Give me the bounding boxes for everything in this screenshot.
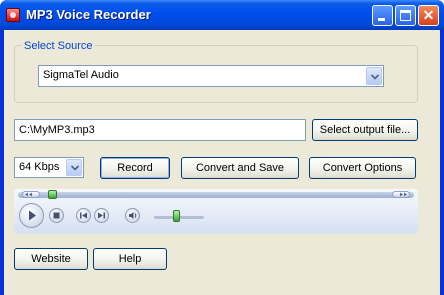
next-button[interactable] [94, 208, 109, 223]
bitrate-value: 64 Kbps [19, 161, 60, 173]
app-window: MP3 Voice Recorder ✕ Select Source Sigma… [0, 0, 444, 295]
source-dropdown-button[interactable] [366, 67, 382, 85]
website-button[interactable]: Website [14, 248, 88, 270]
next-icon [98, 212, 105, 219]
seek-back-icon [25, 192, 32, 197]
volume-icon [129, 212, 137, 219]
seek-forward-icon [400, 192, 407, 197]
seek-back-button[interactable] [22, 191, 40, 198]
close-button[interactable]: ✕ [418, 5, 439, 26]
media-player [14, 189, 418, 234]
convert-options-button[interactable]: Convert Options [309, 157, 416, 179]
maximize-button[interactable] [395, 5, 416, 26]
close-icon: ✕ [422, 7, 435, 23]
client-area: Select Source SigmaTel Audio C:\MyMP3.mp… [4, 30, 440, 295]
output-path-value: C:\MyMP3.mp3 [19, 124, 95, 136]
title-bar[interactable]: MP3 Voice Recorder ✕ [0, 0, 444, 30]
chevron-down-icon [371, 74, 379, 80]
mute-button[interactable] [125, 208, 140, 223]
convert-and-save-button[interactable]: Convert and Save [181, 157, 299, 179]
output-path-field[interactable]: C:\MyMP3.mp3 [14, 119, 306, 141]
select-output-file-button[interactable]: Select output file... [312, 119, 418, 141]
volume-thumb[interactable] [173, 210, 180, 222]
source-group-label: Select Source [22, 40, 95, 52]
minimize-button[interactable] [372, 5, 393, 26]
maximize-icon [400, 10, 411, 21]
previous-button[interactable] [76, 208, 91, 223]
source-select-value: SigmaTel Audio [43, 69, 119, 81]
window-title: MP3 Voice Recorder [26, 7, 151, 22]
chevron-down-icon [71, 165, 79, 171]
seek-forward-button[interactable] [392, 191, 410, 198]
bitrate-select[interactable]: 64 Kbps [14, 157, 84, 178]
play-icon [29, 210, 36, 221]
bitrate-dropdown-button[interactable] [66, 159, 82, 176]
previous-icon [80, 212, 87, 219]
stop-icon [53, 212, 60, 219]
seek-bar[interactable] [18, 192, 414, 198]
minimize-icon [378, 18, 385, 21]
record-button[interactable]: Record [100, 157, 170, 179]
seek-thumb[interactable] [48, 190, 57, 199]
stop-button[interactable] [49, 208, 64, 223]
help-button[interactable]: Help [93, 248, 167, 270]
app-icon [6, 8, 20, 22]
play-button[interactable] [19, 203, 44, 228]
source-select[interactable]: SigmaTel Audio [38, 65, 384, 87]
